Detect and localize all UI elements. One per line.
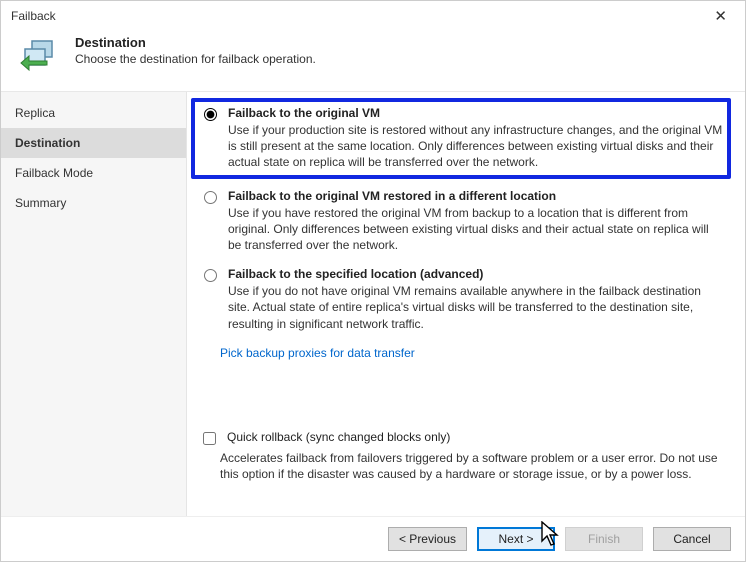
option-failback-specified-location[interactable]: Failback to the specified location (adva… bbox=[199, 267, 725, 332]
option-desc: Use if your production site is restored … bbox=[228, 122, 723, 171]
header-text: Destination Choose the destination for f… bbox=[75, 35, 316, 66]
radio-specified-location[interactable] bbox=[204, 269, 217, 282]
option-failback-different-location[interactable]: Failback to the original VM restored in … bbox=[199, 189, 725, 254]
wizard-header: Destination Choose the destination for f… bbox=[1, 31, 745, 91]
radio-original-vm[interactable] bbox=[204, 108, 217, 121]
sidebar-item-summary[interactable]: Summary bbox=[1, 188, 186, 218]
sidebar-item-replica[interactable]: Replica bbox=[1, 98, 186, 128]
sidebar-item-failback-mode[interactable]: Failback Mode bbox=[1, 158, 186, 188]
close-icon[interactable]: ✕ bbox=[706, 5, 735, 28]
quick-rollback-desc: Accelerates failback from failovers trig… bbox=[220, 450, 725, 482]
sidebar-item-destination[interactable]: Destination bbox=[1, 128, 186, 158]
titlebar: Failback ✕ bbox=[1, 1, 745, 31]
page-heading: Destination bbox=[75, 35, 316, 50]
pick-backup-proxies-link[interactable]: Pick backup proxies for data transfer bbox=[220, 346, 415, 360]
page-subheading: Choose the destination for failback oper… bbox=[75, 52, 316, 66]
window-title: Failback bbox=[11, 9, 56, 23]
quick-rollback-block: Quick rollback (sync changed blocks only… bbox=[199, 430, 725, 482]
option-title: Failback to the specified location (adva… bbox=[228, 267, 725, 281]
wizard-body: Replica Destination Failback Mode Summar… bbox=[1, 91, 745, 516]
failback-wizard-window: Failback ✕ Destination Choose the destin… bbox=[0, 0, 746, 562]
quick-rollback-row[interactable]: Quick rollback (sync changed blocks only… bbox=[199, 430, 725, 448]
option-desc: Use if you have restored the original VM… bbox=[228, 205, 725, 254]
wizard-footer: < Previous Next > Finish Cancel bbox=[1, 516, 745, 561]
option-desc: Use if you do not have original VM remai… bbox=[228, 283, 725, 332]
radio-different-location[interactable] bbox=[204, 191, 217, 204]
option-title: Failback to the original VM bbox=[228, 106, 723, 120]
failback-icon bbox=[19, 37, 59, 77]
quick-rollback-label: Quick rollback (sync changed blocks only… bbox=[227, 430, 450, 444]
options-group: Failback to the original VM Use if your … bbox=[199, 102, 725, 510]
content-panel: Failback to the original VM Use if your … bbox=[187, 92, 745, 516]
next-button[interactable]: Next > bbox=[477, 527, 555, 551]
option-failback-original-vm[interactable]: Failback to the original VM Use if your … bbox=[191, 98, 731, 179]
cancel-button[interactable]: Cancel bbox=[653, 527, 731, 551]
quick-rollback-checkbox[interactable] bbox=[203, 432, 216, 445]
previous-button[interactable]: < Previous bbox=[388, 527, 467, 551]
finish-button: Finish bbox=[565, 527, 643, 551]
sidebar: Replica Destination Failback Mode Summar… bbox=[1, 92, 187, 516]
option-title: Failback to the original VM restored in … bbox=[228, 189, 725, 203]
